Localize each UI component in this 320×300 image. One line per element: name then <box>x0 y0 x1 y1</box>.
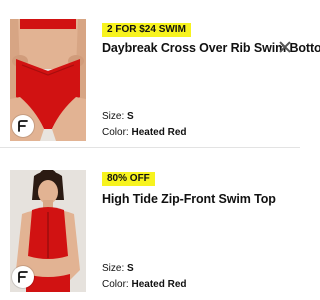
size-value: S <box>127 111 134 122</box>
size-info: Size: S <box>102 262 134 275</box>
color-value: Heated Red <box>131 279 187 290</box>
product-image[interactable] <box>10 19 86 141</box>
color-label: Color: <box>102 279 129 290</box>
remove-item-icon[interactable] <box>278 40 292 54</box>
brand-logo-icon <box>12 266 34 288</box>
product-title[interactable]: High Tide Zip-Front Swim Top <box>102 192 276 206</box>
size-info: Size: S <box>102 110 134 123</box>
size-label: Size: <box>102 263 125 274</box>
product-image[interactable] <box>10 170 86 292</box>
promo-badge: 2 FOR $24 SWIM <box>102 23 191 37</box>
size-value: S <box>127 263 134 274</box>
size-label: Size: <box>102 111 125 122</box>
brand-logo-icon <box>12 115 34 137</box>
color-value: Heated Red <box>131 127 187 138</box>
color-label: Color: <box>102 127 129 138</box>
promo-badge: 80% OFF <box>102 172 155 186</box>
color-info: Color: Heated Red <box>102 278 186 291</box>
color-info: Color: Heated Red <box>102 126 186 139</box>
cart-item[interactable]: 2 FOR $24 SWIM Daybreak Cross Over Rib S… <box>0 0 320 148</box>
cart-item[interactable]: 80% OFF High Tide Zip-Front Swim Top Siz… <box>0 148 300 300</box>
